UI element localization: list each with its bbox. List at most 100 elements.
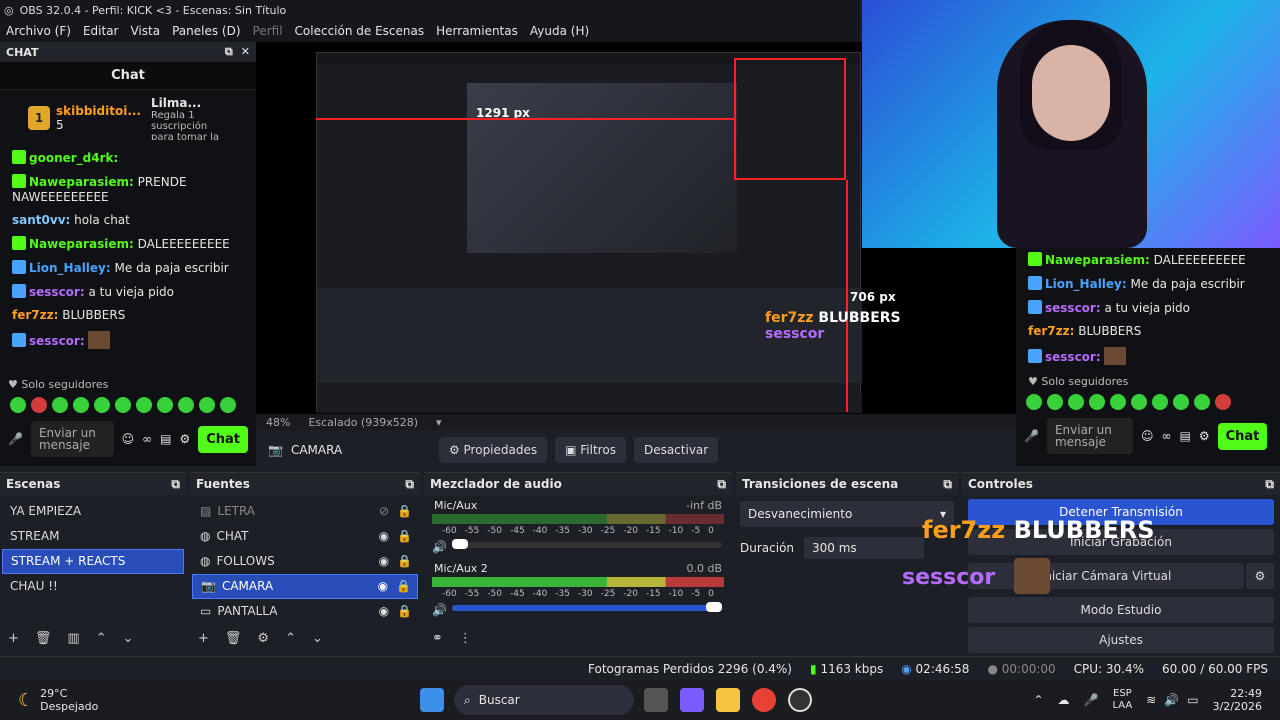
- eye-icon[interactable]: ◉: [379, 524, 389, 549]
- speaker-icon[interactable]: 🔊: [432, 603, 447, 617]
- start-virtual-camera-button[interactable]: Iniciar Cámara Virtual: [968, 563, 1244, 589]
- chat-input[interactable]: Enviar un mensaje: [30, 421, 114, 457]
- send-chat-button[interactable]: Chat: [1217, 422, 1268, 450]
- lock-icon[interactable]: 🔒: [397, 524, 412, 549]
- chrome-icon[interactable]: [752, 688, 776, 712]
- emote-icon[interactable]: [115, 397, 131, 413]
- emote-icon[interactable]: [73, 397, 89, 413]
- source-item[interactable]: ▭ PANTALLA ◉ 🔒: [192, 599, 418, 624]
- emote-icon[interactable]: [199, 397, 215, 413]
- lock-icon[interactable]: 🔒: [397, 499, 412, 524]
- selection-box[interactable]: [734, 58, 846, 180]
- menu-coleccion[interactable]: Colección de Escenas: [295, 24, 425, 38]
- eye-icon[interactable]: ◉: [378, 574, 388, 599]
- source-item[interactable]: ◍ FOLLOWS ◉ 🔒: [192, 549, 418, 574]
- source-item[interactable]: 📷 CAMARA ◉ 🔒: [192, 574, 418, 599]
- emote-picker-icon[interactable]: ☺: [122, 432, 135, 446]
- menu-perfil[interactable]: Perfil: [253, 24, 283, 38]
- gear-icon[interactable]: ⚙: [179, 432, 190, 446]
- emote-icon[interactable]: [52, 397, 68, 413]
- emote-icon[interactable]: [1047, 394, 1063, 410]
- scale-select[interactable]: Escalado (939x528): [308, 416, 418, 429]
- lock-icon[interactable]: 🔒: [396, 574, 411, 599]
- infinity-icon[interactable]: ∞: [142, 432, 152, 446]
- infinity-icon[interactable]: ∞: [1161, 429, 1171, 443]
- add-icon[interactable]: +: [198, 631, 209, 646]
- menu-vista[interactable]: Vista: [130, 24, 160, 38]
- emote-icon[interactable]: [1089, 394, 1105, 410]
- language-indicator[interactable]: ESP LAA: [1112, 688, 1132, 712]
- emote-icon[interactable]: [1215, 394, 1231, 410]
- network-icon[interactable]: ☁: [1058, 693, 1070, 707]
- emote-icon[interactable]: [10, 397, 26, 413]
- speaker-icon[interactable]: 🔊: [432, 540, 447, 554]
- link-icon[interactable]: ⚭: [432, 631, 443, 646]
- eye-icon[interactable]: ◉: [379, 549, 389, 574]
- close-icon[interactable]: ✕: [241, 45, 250, 58]
- emote-icon[interactable]: [136, 397, 152, 413]
- properties-button[interactable]: ⚙ Propiedades: [438, 437, 548, 463]
- source-item[interactable]: ▨ LETRA ⊘ 🔒: [192, 499, 418, 524]
- deactivate-button[interactable]: Desactivar: [633, 437, 719, 463]
- windows-start-icon[interactable]: [420, 688, 444, 712]
- file-explorer-icon[interactable]: [716, 688, 740, 712]
- volume-icon[interactable]: 🔊: [1164, 693, 1179, 707]
- emote-icon[interactable]: [1152, 394, 1168, 410]
- emote-icon[interactable]: [1194, 394, 1210, 410]
- slider-knob[interactable]: [706, 602, 722, 612]
- chevron-up-icon[interactable]: ⌃: [285, 631, 296, 646]
- eye-icon[interactable]: ◉: [379, 599, 389, 624]
- chevron-up-icon[interactable]: ⌃: [1033, 693, 1043, 707]
- battery-icon[interactable]: ▭: [1187, 693, 1198, 707]
- mic-icon[interactable]: 🎤: [1084, 693, 1099, 707]
- emote-icon[interactable]: [1131, 394, 1147, 410]
- lock-icon[interactable]: 🔒: [397, 549, 412, 574]
- trash-icon[interactable]: 🗑: [35, 631, 52, 646]
- menu-archivo[interactable]: Archivo (F): [6, 24, 71, 38]
- gear-icon[interactable]: ⚙: [1246, 563, 1274, 589]
- chat-input[interactable]: Enviar un mensaje: [1046, 418, 1133, 454]
- float-icon[interactable]: ⧉: [943, 477, 952, 492]
- source-item[interactable]: ◍ CHAT ◉ 🔒: [192, 524, 418, 549]
- float-icon[interactable]: ⧉: [717, 477, 726, 492]
- kebab-menu-icon[interactable]: ⋮: [459, 631, 472, 646]
- emote-icon[interactable]: [94, 397, 110, 413]
- filters-button[interactable]: ▣ Filtros: [555, 437, 626, 463]
- gear-icon[interactable]: ⚙: [1199, 429, 1210, 443]
- chevron-down-icon[interactable]: ⌄: [123, 631, 134, 646]
- menu-ayuda[interactable]: Ayuda (H): [530, 24, 589, 38]
- chevron-down-icon[interactable]: ⌄: [312, 631, 323, 646]
- scene-item[interactable]: STREAM + REACTS: [2, 549, 184, 574]
- emote-icon[interactable]: [1173, 394, 1189, 410]
- emote-picker-icon[interactable]: ☺: [1141, 429, 1154, 443]
- volume-slider[interactable]: [452, 602, 722, 612]
- menu-paneles[interactable]: Paneles (D): [172, 24, 240, 38]
- eye-hidden-icon[interactable]: ⊘: [379, 499, 389, 524]
- copilot-icon[interactable]: [680, 688, 704, 712]
- emote-icon[interactable]: [1068, 394, 1084, 410]
- float-icon[interactable]: ⧉: [405, 477, 414, 492]
- clock[interactable]: 22:49 3/2/2026: [1213, 687, 1262, 713]
- settings-button[interactable]: Ajustes: [968, 627, 1274, 653]
- store-icon[interactable]: ▤: [1179, 429, 1190, 443]
- emote-icon[interactable]: [1026, 394, 1042, 410]
- emote-icon[interactable]: [220, 397, 236, 413]
- mic-icon[interactable]: 🎤: [1024, 429, 1039, 443]
- float-icon[interactable]: ⧉: [225, 45, 233, 58]
- gear-icon[interactable]: ⚙: [257, 631, 269, 646]
- emote-icon[interactable]: [31, 397, 47, 413]
- taskbar-search[interactable]: ⌕ Buscar: [454, 685, 634, 715]
- emote-icon[interactable]: [178, 397, 194, 413]
- float-icon[interactable]: ⧉: [1265, 477, 1274, 492]
- menu-herramientas[interactable]: Herramientas: [436, 24, 518, 38]
- emote-icon[interactable]: [1110, 394, 1126, 410]
- filter-icon[interactable]: ▥: [67, 631, 79, 646]
- task-view-icon[interactable]: [644, 688, 668, 712]
- menu-editar[interactable]: Editar: [83, 24, 119, 38]
- store-icon[interactable]: ▤: [160, 432, 171, 446]
- trash-icon[interactable]: 🗑: [225, 631, 242, 646]
- lock-icon[interactable]: 🔒: [397, 599, 412, 624]
- wifi-icon[interactable]: ≋: [1146, 693, 1156, 707]
- mic-icon[interactable]: 🎤: [8, 432, 23, 446]
- slider-knob[interactable]: [452, 539, 468, 549]
